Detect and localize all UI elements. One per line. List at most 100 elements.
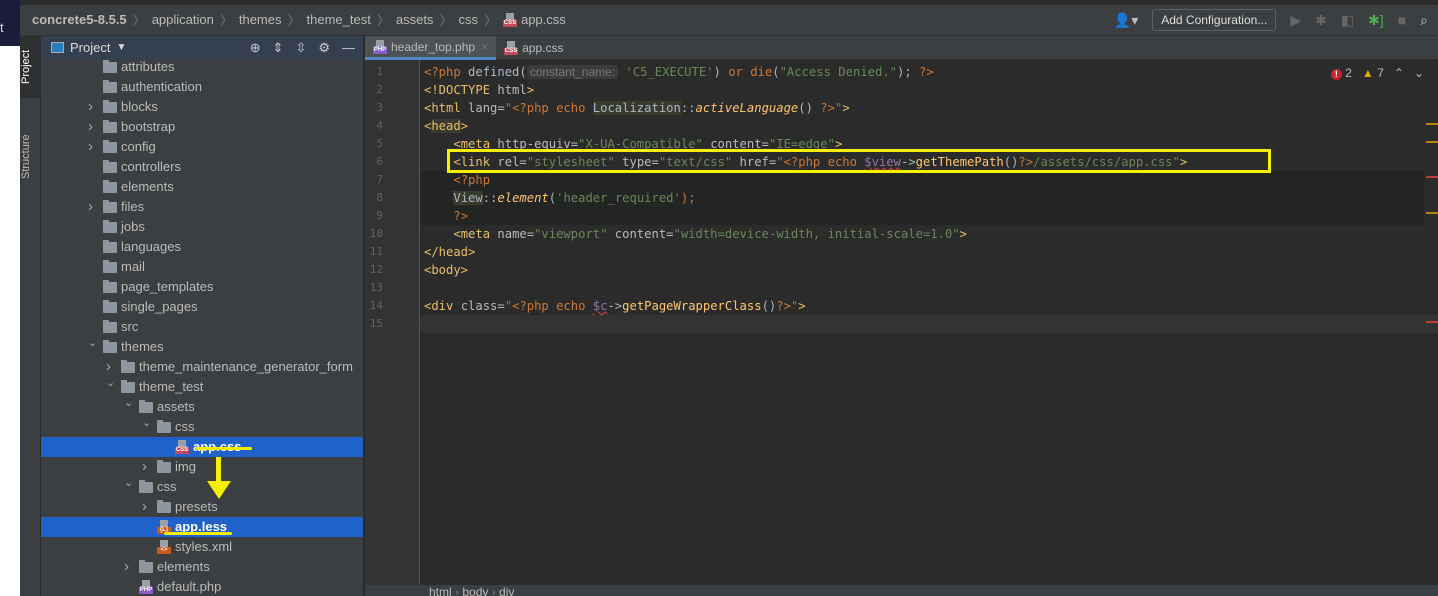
chevron-right-icon[interactable]: › <box>88 97 100 117</box>
chevron-down-icon[interactable]: ▼ <box>116 42 126 53</box>
minimize-icon[interactable]: — <box>342 40 355 56</box>
add-configuration-button[interactable]: Add Configuration... <box>1152 9 1277 31</box>
chevron-right-icon[interactable]: › <box>142 497 154 517</box>
run-icon[interactable]: ▶ <box>1290 12 1301 29</box>
chevron-down-icon[interactable]: ⌄ <box>88 333 100 353</box>
code-line[interactable]: <?php defined(constant_name: 'C5_EXECUTE… <box>424 63 934 81</box>
project-tool-tab[interactable]: Project <box>20 36 41 98</box>
breadcrumb-item[interactable]: theme_test <box>307 12 371 27</box>
code-token: $c <box>592 299 608 313</box>
tree-item[interactable]: › presets <box>41 497 363 517</box>
line-number: 9 <box>376 209 383 222</box>
tree-item[interactable]: ⌄ theme_test <box>41 377 363 397</box>
tree-item[interactable]: › elements <box>41 557 363 577</box>
structure-crumb[interactable]: div <box>499 585 514 596</box>
tree-item[interactable]: <> styles.xml <box>41 537 363 557</box>
attach-debugger-icon[interactable]: ✱] <box>1368 12 1384 29</box>
next-highlight-icon[interactable]: ⌄ <box>1414 66 1424 80</box>
stop-icon[interactable]: ■ <box>1398 12 1406 28</box>
code-line[interactable]: <?php <box>424 171 490 189</box>
locate-icon[interactable]: ⊕ <box>250 40 261 56</box>
breadcrumb-item[interactable]: themes <box>239 12 282 27</box>
code-line[interactable]: ?> <box>424 207 468 225</box>
chevron-right-icon[interactable]: › <box>88 117 100 137</box>
breadcrumb-separator-icon: 〉 <box>287 13 301 28</box>
tree-item[interactable]: mail <box>41 257 363 277</box>
tree-item[interactable]: › files <box>41 197 363 217</box>
tree-item-label: bootstrap <box>121 119 176 134</box>
tree-item[interactable]: PHP default.php <box>41 577 363 596</box>
breadcrumb-item[interactable]: assets <box>396 12 434 27</box>
code-line[interactable]: <body> <box>424 261 468 279</box>
code-line[interactable]: </head> <box>424 243 475 261</box>
tab-app-css[interactable]: CSS app.css <box>496 36 571 60</box>
breadcrumb-separator-icon: 〉 <box>376 13 390 28</box>
warning-mark[interactable] <box>1426 212 1438 214</box>
tree-item[interactable]: › config <box>41 137 363 157</box>
debug-icon[interactable]: ✱ <box>1315 12 1327 29</box>
gear-icon[interactable]: ⚙ <box>318 40 330 56</box>
tree-item[interactable]: ⌄ assets <box>41 397 363 417</box>
breadcrumb-item[interactable]: CSS app.css <box>502 12 566 27</box>
tree-item[interactable]: ⌄ css <box>41 477 363 497</box>
code-line[interactable]: View::element('header_required'); <box>424 189 696 207</box>
chevron-right-icon[interactable]: › <box>142 457 154 477</box>
project-view-selector[interactable]: Project <box>70 40 110 55</box>
chevron-down-icon[interactable]: ⌄ <box>106 373 118 393</box>
code-line[interactable]: <div class="<?php echo $c->getPageWrappe… <box>424 297 806 315</box>
tree-item[interactable]: ⌄ themes <box>41 337 363 357</box>
previous-highlight-icon[interactable]: ⌃ <box>1394 66 1404 80</box>
code-editor[interactable]: <?php defined(constant_name: 'C5_EXECUTE… <box>421 60 1424 585</box>
tab-header_top-php[interactable]: PHP header_top.php × <box>365 36 497 60</box>
code-line[interactable]: <html lang="<?php echo Localization::act… <box>424 99 850 117</box>
error-stripe[interactable] <box>1424 60 1438 585</box>
chevron-down-icon[interactable]: ⌄ <box>142 413 154 433</box>
chevron-down-icon[interactable]: ⌄ <box>124 473 136 493</box>
warning-mark[interactable] <box>1426 141 1438 143</box>
warning-mark[interactable] <box>1426 123 1438 125</box>
tree-item[interactable]: languages <box>41 237 363 257</box>
structure-crumb[interactable]: html <box>429 585 452 596</box>
chevron-right-icon[interactable]: › <box>124 557 136 577</box>
breadcrumb-item[interactable]: application <box>152 12 214 27</box>
breadcrumb-item[interactable]: css <box>458 12 478 27</box>
tree-item[interactable]: controllers <box>41 157 363 177</box>
breadcrumb-item[interactable]: concrete5-8.5.5 <box>32 12 127 27</box>
chevron-right-icon[interactable]: › <box>88 197 100 217</box>
folder-icon <box>103 160 117 173</box>
search-icon[interactable]: ⌕ <box>1420 12 1428 29</box>
error-mark[interactable] <box>1426 176 1438 178</box>
code-line[interactable]: <head> <box>424 117 468 135</box>
expand-all-icon[interactable]: ⇕ <box>273 40 284 56</box>
close-icon[interactable]: × <box>481 40 488 54</box>
tree-item[interactable]: › img <box>41 457 363 477</box>
tree-item[interactable]: elements <box>41 177 363 197</box>
inspection-widget[interactable]: ! 2 ▲ 7 ⌃ ⌄ <box>1330 66 1424 80</box>
structure-tool-tab[interactable]: Structure <box>20 114 41 200</box>
code-token: </head> <box>424 245 476 259</box>
tree-item[interactable]: authentication <box>41 77 363 97</box>
breadcrumb-separator-icon: › <box>451 585 463 596</box>
coverage-icon[interactable]: ◧ <box>1341 12 1354 29</box>
code-line[interactable]: <!DOCTYPE html> <box>424 81 534 99</box>
collapse-all-icon[interactable]: ⇳ <box>295 40 306 56</box>
tree-item[interactable]: attributes <box>41 57 363 77</box>
code-line[interactable]: <meta name="viewport" content="width=dev… <box>424 225 967 243</box>
structure-crumb[interactable]: body <box>462 585 488 596</box>
tree-item[interactable]: jobs <box>41 217 363 237</box>
code-token: head <box>431 119 461 133</box>
code-token: activeLanguage <box>695 101 799 115</box>
tree-item[interactable]: ⌄ css <box>41 417 363 437</box>
tree-item[interactable]: single_pages <box>41 297 363 317</box>
css-file-icon: CSS <box>175 440 189 454</box>
tree-item[interactable]: page_templates <box>41 277 363 297</box>
tree-item[interactable]: › theme_maintenance_generator_form <box>41 357 363 377</box>
tree-item[interactable]: › bootstrap <box>41 117 363 137</box>
tree-item[interactable]: › blocks <box>41 97 363 117</box>
chevron-down-icon[interactable]: ⌄ <box>124 393 136 413</box>
line-number: 2 <box>376 83 383 96</box>
error-mark[interactable] <box>1426 321 1438 323</box>
chevron-right-icon[interactable]: › <box>88 137 100 157</box>
user-icon[interactable]: 👤▾ <box>1114 12 1138 29</box>
